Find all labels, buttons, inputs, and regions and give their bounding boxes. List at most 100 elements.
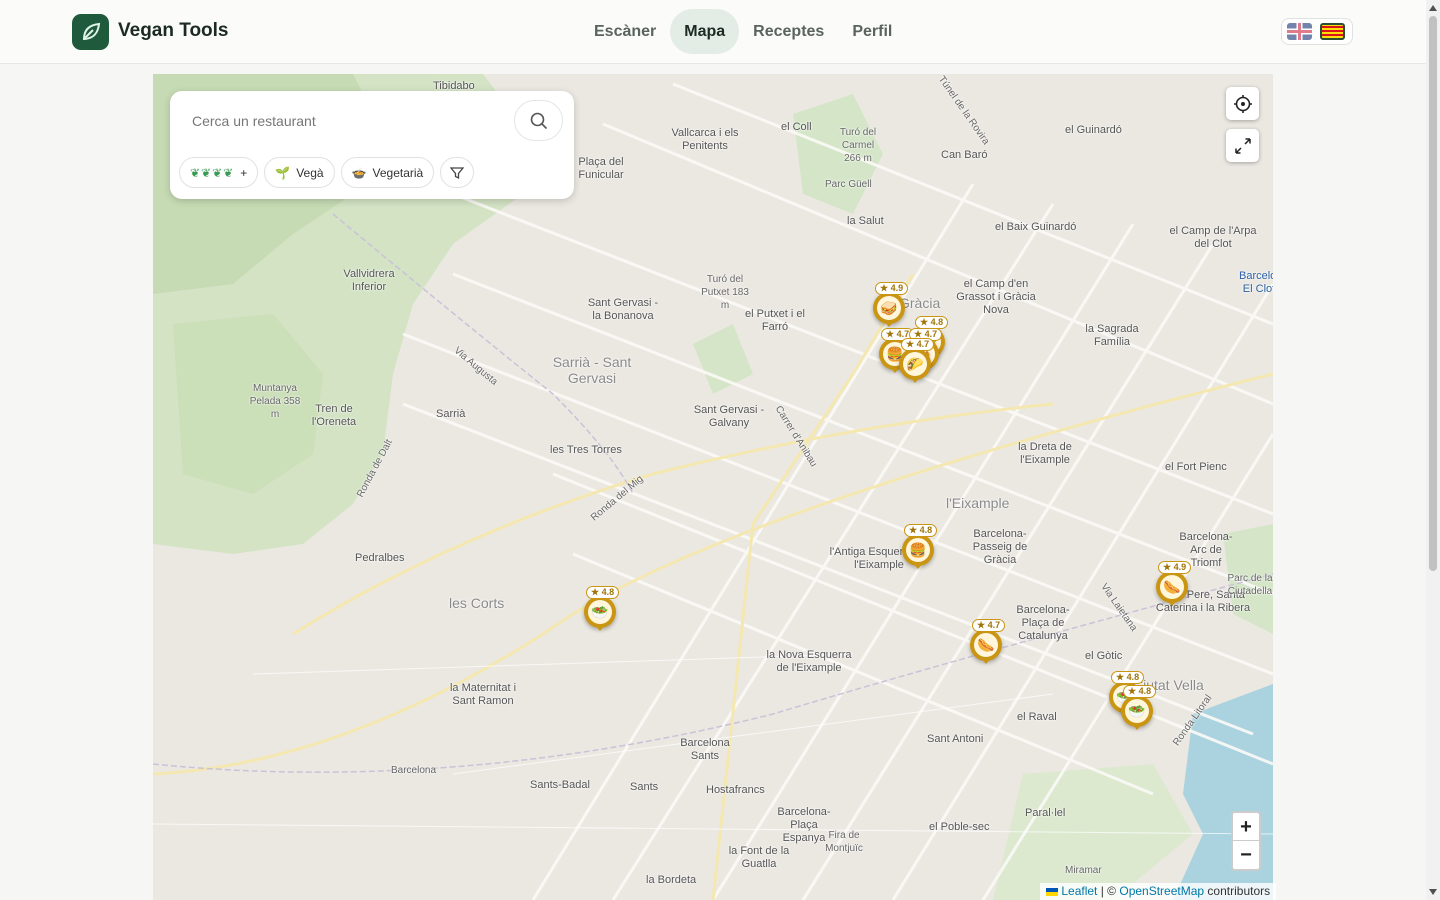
rating-badge: ★ 4.9 [875,282,909,295]
map-label: el Raval [1017,711,1057,723]
nav-recipes[interactable]: Receptes [739,9,838,54]
star-icon: ★ [880,283,891,293]
search-button[interactable] [514,100,563,141]
zoom-control: + − [1231,811,1261,871]
map-label: Muntanya Pelada 358 m [249,383,301,420]
map-label: Sant Antoni [927,733,984,745]
locate-me-button[interactable] [1226,87,1259,120]
map-label: Gràcia [899,295,941,311]
dish-icon: 🍲 [351,165,367,180]
rating-badge: ★ 4.7 [901,338,935,351]
map-label: la Bordeta [646,874,697,886]
map-label: el Guinardó [1065,124,1122,136]
language-switcher [1281,18,1353,45]
map-label: Miramar [1065,865,1102,876]
map-label: Sarrià [436,408,466,420]
map-label: Parc Güell [825,179,872,190]
star-icon: ★ [591,587,602,597]
sandwich-icon: 🥪 [877,296,901,320]
star-icon: ★ [886,329,897,339]
leaf-logo-icon[interactable] [72,14,109,50]
nav-profile[interactable]: Perfil [838,9,906,54]
filter-icon [450,166,465,179]
zoom-in-button[interactable]: + [1233,813,1259,841]
star-icon: ★ [1163,562,1174,572]
map-label: Hostafrancs [706,784,765,796]
star-icon: ★ [1128,686,1139,696]
nav-map[interactable]: Mapa [670,9,740,54]
fullscreen-button[interactable] [1226,129,1259,162]
taco-icon: 🌮 [903,352,927,376]
map-label: Sarrià - Sant Gervasi [552,354,632,386]
map-label: Sants [630,781,659,793]
restaurant-marker[interactable]: ★ 4.8 🥗 [1121,685,1157,730]
main-nav: Escàner Mapa Receptes Perfil [580,9,906,54]
openstreetmap-link[interactable]: OpenStreetMap [1119,884,1204,898]
map-label: Sant Gervasi - Galvany [693,404,765,429]
map-label: Barcelona-Passeig de Gràcia [972,528,1028,566]
map-label: la Dreta de l'Eixample [1018,441,1072,466]
rating-badge: ★ 4.7 [972,619,1006,632]
rating-badge: ★ 4.9 [1158,561,1192,574]
star-icon: ★ [977,620,988,630]
zoom-out-button[interactable]: − [1233,841,1259,869]
map-label: el Camp d'en Grassot i Gràcia Nova [956,278,1036,316]
star-icon: ★ [909,525,920,535]
map-label: la Salut [847,215,884,227]
map-label: Paral·lel [1025,807,1066,819]
map-label: Can Baró [941,149,988,161]
vegan-filter-chip[interactable]: 🌱 Vegà [264,157,335,188]
filter-chips: ❦❦❦❦ + 🌱 Vegà 🍲 Vegetarià [179,157,475,188]
search-icon [530,112,547,129]
map-label: Vallvidrera Inferior [343,268,395,293]
hotdog-icon: 🌭 [974,633,998,657]
map-label: el Fort Pienc [1165,461,1227,473]
map-label: la Nova Esquerra de l'Eixample [766,649,852,674]
map-label: el Poble-sec [929,821,990,833]
restaurant-marker[interactable]: ★ 4.8 🥗 [584,586,620,631]
uk-flag-icon[interactable] [1287,23,1312,40]
map-label: Turó del Carmel 266 m [839,127,877,164]
nav-scanner[interactable]: Escàner [580,9,670,54]
map-label: Turó del Putxet 183 m [701,274,749,311]
leaflet-link[interactable]: Leaflet [1061,884,1097,898]
map-label: Pedralbes [355,552,405,564]
scrollbar-thumb[interactable] [1429,16,1437,571]
vegetarian-filter-chip[interactable]: 🍲 Vegetarià [340,157,435,188]
rating-badge: ★ 4.8 [1111,671,1145,684]
catalan-flag-icon[interactable] [1320,23,1345,40]
hotdog-icon: 🌭 [1160,575,1184,599]
map-label: Barcelona Sants [680,737,730,762]
more-filters-button[interactable] [440,157,475,188]
star-icon: ★ [906,339,917,349]
map-label: Sants-Badal [530,779,590,791]
star-icon: ★ [920,317,931,327]
map-label: Barcelona [391,765,437,776]
scroll-up-icon[interactable] [1429,5,1437,11]
brand-name[interactable]: Vegan Tools [118,20,229,42]
restaurant-marker[interactable]: ★ 4.9 🌭 [1156,561,1192,606]
restaurant-marker[interactable]: ★ 4.8🍔 [902,524,938,569]
restaurant-marker[interactable]: ★ 4.9 🥪 [873,282,909,327]
map-search-panel: ❦❦❦❦ + 🌱 Vegà 🍲 Vegetarià [170,91,574,199]
crosshair-icon [1233,94,1252,113]
restaurant-marker[interactable]: ★ 4.7 🌮 [899,338,935,383]
map-label: el Baix Guinardó [995,221,1077,233]
map-label: Parc de la Ciutadella [1227,573,1273,597]
sprout-icon: 🌱 [275,165,291,180]
map-label: Vallcarca i els Penitents [671,127,739,152]
map-label: el Gòtic [1085,650,1123,662]
rating-filter-chip[interactable]: ❦❦❦❦ + [179,157,259,188]
ukraine-flag-icon [1046,887,1058,896]
map-label: Plaça del Funicular [578,156,624,181]
rating-badge: ★ 4.8 [904,524,938,537]
restaurant-search-input[interactable] [190,111,490,131]
salad-icon: 🥗 [1125,699,1149,723]
expand-icon [1234,137,1251,154]
restaurant-marker[interactable]: ★ 4.7 🌭 [970,619,1006,664]
scroll-down-icon[interactable] [1429,889,1437,895]
page-scrollbar[interactable] [1426,0,1440,900]
map-label: Fira de Montjuïc [825,830,863,854]
map-label: Barcelona-Plaça de Catalunya [1016,604,1070,642]
rating-badge: ★ 4.8 [586,586,620,599]
